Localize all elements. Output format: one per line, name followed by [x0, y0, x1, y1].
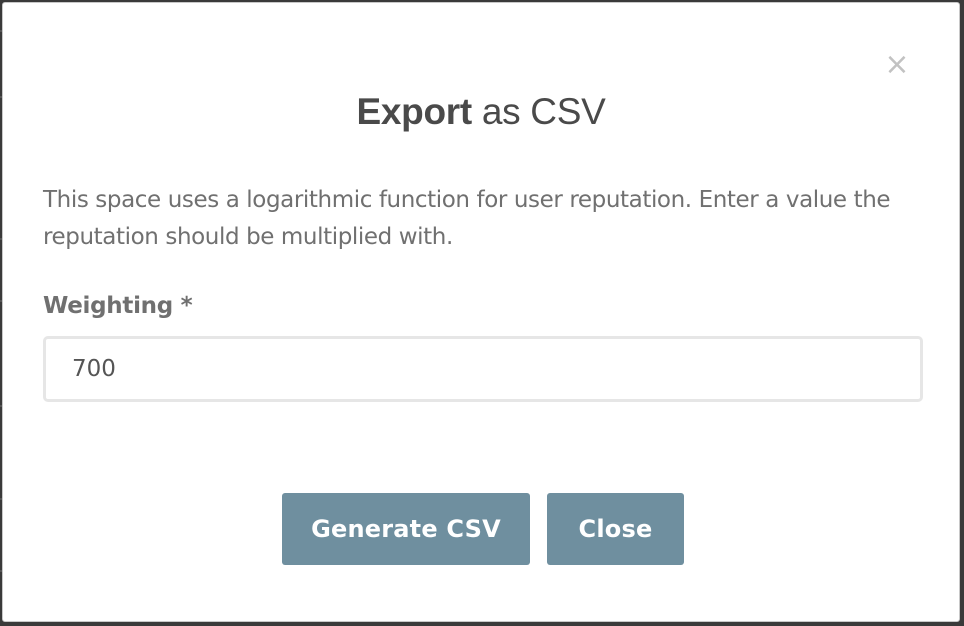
- close-icon[interactable]: ×: [883, 50, 911, 80]
- dialog-title-rest: as CSV: [471, 91, 606, 132]
- export-csv-dialog: × Export as CSV This space uses a logari…: [2, 2, 960, 622]
- dialog-title-bold: Export: [356, 91, 472, 132]
- dialog-actions: Generate CSV Close: [3, 493, 959, 565]
- weighting-input[interactable]: [43, 336, 923, 402]
- page: × Export as CSV This space uses a logari…: [0, 0, 964, 626]
- dialog-title: Export as CSV: [3, 91, 959, 133]
- weighting-label: Weighting *: [43, 293, 193, 319]
- generate-csv-button[interactable]: Generate CSV: [282, 493, 530, 565]
- close-button[interactable]: Close: [547, 493, 684, 565]
- dialog-description: This space uses a logarithmic function f…: [43, 187, 891, 250]
